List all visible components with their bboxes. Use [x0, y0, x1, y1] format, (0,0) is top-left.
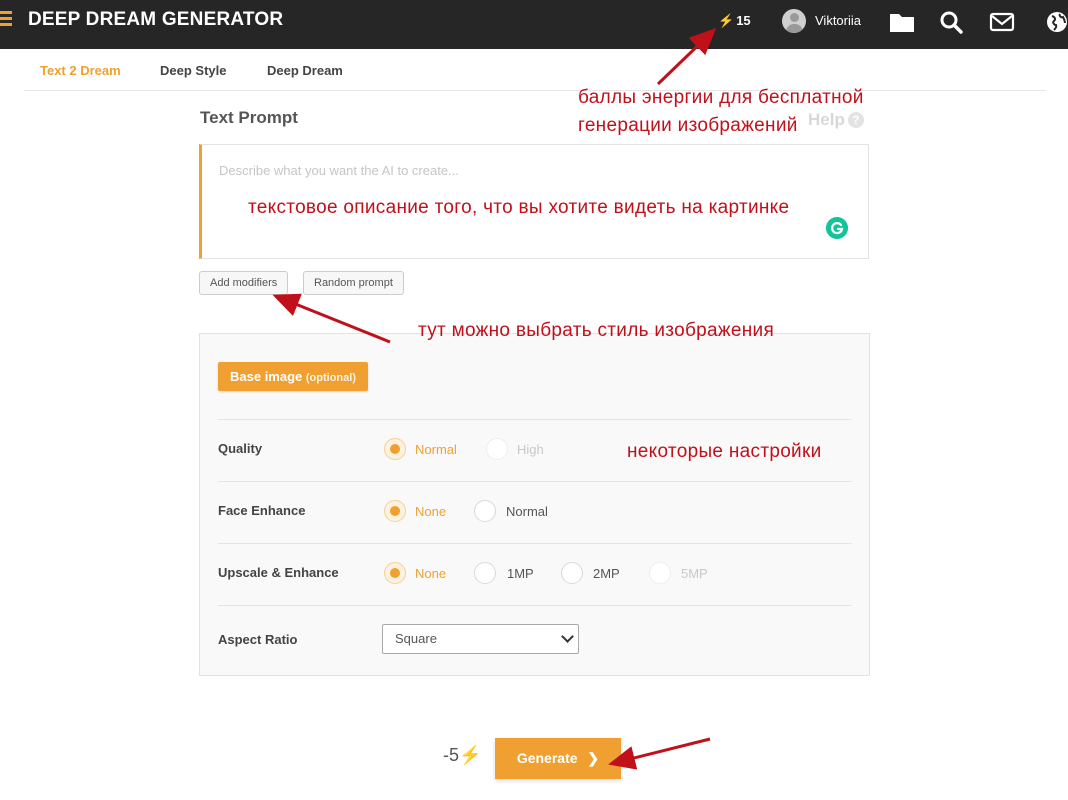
globe-icon[interactable]: [1044, 9, 1068, 35]
annotation-settings: некоторые настройки: [627, 441, 822, 462]
base-image-label: Base image: [230, 369, 303, 384]
annotation-prompt: текстовое описание того, что вы хотите в…: [248, 197, 790, 218]
text-prompt-title: Text Prompt: [200, 108, 298, 127]
base-image-optional: (optional): [305, 372, 356, 384]
username[interactable]: Viktoriia: [815, 13, 861, 28]
search-icon[interactable]: [938, 9, 964, 35]
upscale-none-radio[interactable]: [384, 562, 406, 584]
folder-icon[interactable]: [889, 9, 915, 35]
generate-label: Generate: [516, 750, 578, 766]
upscale-label: Upscale & Enhance: [218, 565, 339, 580]
mail-icon[interactable]: [989, 9, 1015, 35]
aspect-ratio-value: Square: [395, 631, 437, 646]
divider: [218, 419, 852, 420]
upscale-5mp-radio: [649, 562, 671, 584]
aspect-ratio-select[interactable]: Square: [382, 624, 579, 654]
divider: [218, 481, 852, 482]
divider: [218, 543, 852, 544]
face-enhance-normal-radio[interactable]: [474, 500, 496, 522]
cost-value: -5: [443, 745, 460, 765]
quality-label: Quality: [218, 441, 263, 456]
aspect-ratio-label: Aspect Ratio: [218, 632, 298, 647]
tab-bar: Text 2 Dream Deep Style Deep Dream: [24, 49, 1046, 91]
add-modifiers-button[interactable]: Add modifiers: [199, 271, 289, 295]
energy-count: 15: [736, 13, 751, 28]
upscale-1mp-label[interactable]: 1MP: [507, 566, 534, 581]
random-prompt-button[interactable]: Random prompt: [303, 271, 404, 295]
base-image-button[interactable]: Base image (optional): [218, 362, 368, 391]
tab-deep-style[interactable]: Deep Style: [160, 63, 226, 78]
energy-counter[interactable]: ⚡ 15: [718, 13, 751, 29]
help-label: Help: [808, 110, 845, 129]
face-enhance-label: Face Enhance: [218, 503, 306, 518]
divider: [218, 605, 852, 606]
upscale-2mp-label[interactable]: 2MP: [593, 566, 620, 581]
annotation-energy-line1: баллы энергии для бесплатной: [578, 87, 864, 108]
upscale-none-label[interactable]: None: [415, 566, 446, 581]
question-icon: ?: [847, 112, 864, 128]
help-link[interactable]: Help?: [808, 110, 864, 130]
quality-normal-label[interactable]: Normal: [415, 442, 457, 457]
generate-button[interactable]: Generate ❯: [495, 738, 621, 779]
chevron-down-icon: [561, 630, 574, 643]
grammarly-icon[interactable]: [826, 217, 848, 239]
top-navigation-bar: DEEP DREAM GENERATOR ⚡ 15 Viktoriia: [0, 0, 1068, 49]
annotation-energy-line2: генерации изображений: [578, 115, 798, 136]
face-enhance-none-radio[interactable]: [384, 500, 406, 522]
upscale-5mp-label: 5MP: [681, 566, 708, 581]
annotation-style: тут можно выбрать стиль изображения: [418, 320, 775, 341]
tab-text-2-dream[interactable]: Text 2 Dream: [40, 63, 121, 78]
annotation-arrow: [608, 737, 711, 770]
upscale-2mp-radio[interactable]: [561, 562, 583, 584]
lightning-icon: ⚡: [459, 745, 482, 765]
face-enhance-none-label[interactable]: None: [415, 504, 446, 519]
settings-panel: Base image (optional) Quality Normal Hig…: [199, 333, 870, 676]
avatar[interactable]: [782, 9, 806, 33]
quality-high-radio: [486, 438, 508, 460]
brand-title[interactable]: DEEP DREAM GENERATOR: [28, 9, 283, 31]
logo-icon[interactable]: [0, 11, 14, 31]
quality-high-label: High: [517, 442, 544, 457]
quality-normal-radio[interactable]: [384, 438, 406, 460]
chevron-right-icon: ❯: [587, 750, 600, 766]
generation-cost: -5⚡: [443, 745, 481, 766]
tab-deep-dream[interactable]: Deep Dream: [267, 63, 343, 78]
face-enhance-normal-label[interactable]: Normal: [506, 504, 548, 519]
lightning-icon: ⚡: [718, 13, 735, 28]
upscale-1mp-radio[interactable]: [474, 562, 496, 584]
